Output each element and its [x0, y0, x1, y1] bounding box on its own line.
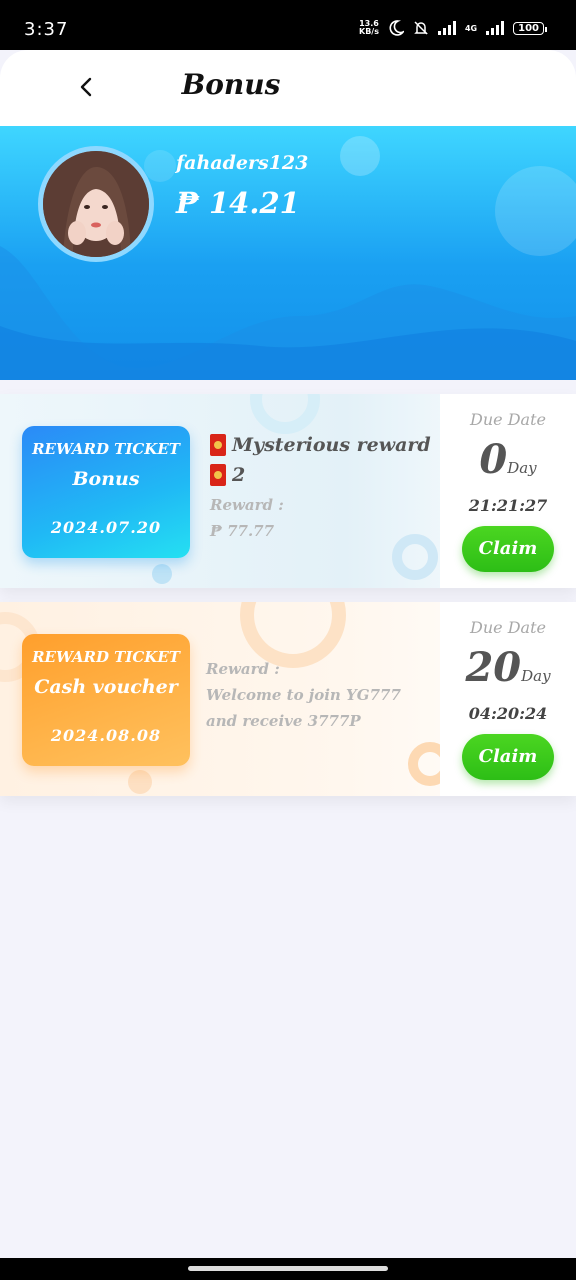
app-header: Bonus [0, 50, 576, 126]
due-countdown: 04:20:24 [468, 704, 548, 723]
due-days-unit: Day [521, 667, 551, 685]
signal-icon-2 [486, 21, 505, 35]
ticket-badge: REWARD TICKET Cash voucher 2024.08.08 [22, 634, 190, 766]
battery-level: 100 [518, 22, 539, 34]
battery-icon: 100 [513, 21, 547, 35]
moon-icon [389, 20, 404, 36]
bell-muted-icon [414, 21, 428, 35]
badge-date: 2024.07.20 [50, 518, 162, 537]
status-bar: 3:37 13.6 KB/s 4G 100 [0, 0, 576, 50]
mysterious-reward-row: Mysterious reward [210, 434, 431, 456]
signal-icon [437, 21, 456, 35]
balance: ₱ 14.21 [176, 186, 300, 220]
due-days-number: 0 [479, 436, 508, 483]
due-date-label: Due Date [470, 410, 546, 429]
reward-description-line2: and receive 3777P [206, 712, 361, 730]
due-days-unit: Day [507, 459, 537, 477]
badge-date: 2024.08.08 [50, 726, 162, 745]
ticket-details: Mysterious reward 2 Reward : ₱ 77.77 [210, 434, 431, 540]
network-type: 4G [464, 23, 478, 33]
badge-heading: REWARD TICKET [32, 440, 180, 458]
ring-decoration [240, 602, 346, 668]
avatar[interactable] [38, 146, 154, 262]
home-gesture-bar[interactable] [188, 1266, 388, 1271]
red-envelope-icon [210, 464, 226, 486]
claim-button[interactable]: Claim [462, 734, 554, 780]
net-speed-unit: KB/s [359, 27, 379, 36]
net-speed: 13.6 KB/s [359, 20, 379, 36]
reward-description-line1: Welcome to join YG777 [206, 686, 401, 704]
badge-type: Cash voucher [34, 676, 178, 698]
ring-decoration [392, 534, 438, 580]
badge-type: Bonus [72, 468, 140, 490]
ticket-details: Reward : Welcome to join YG777 and recei… [206, 660, 401, 730]
dot-decoration [128, 770, 152, 794]
ring-decoration [250, 394, 320, 434]
reward-value: ₱ 77.77 [210, 522, 275, 540]
due-countdown: 21:21:27 [468, 496, 548, 515]
home-indicator [0, 1258, 576, 1280]
ticket-card-cash-voucher: REWARD TICKET Cash voucher 2024.08.08 Re… [0, 602, 576, 796]
due-days-row: 0Day [440, 436, 576, 483]
mysterious-reward-text: Mysterious reward [232, 434, 431, 456]
page-title: Bonus [181, 68, 281, 101]
reward-count-row: 2 [210, 464, 431, 486]
reward-label: Reward : [206, 660, 280, 678]
claim-button[interactable]: Claim [462, 526, 554, 572]
badge-heading: REWARD TICKET [32, 648, 180, 666]
due-panel: Due Date 0Day 21:21:27 Claim [440, 394, 576, 588]
ticket-badge: REWARD TICKET Bonus 2024.07.20 [22, 426, 190, 558]
due-days-row: 20Day [440, 644, 576, 691]
red-envelope-icon [210, 434, 226, 456]
username: fahaders123 [176, 152, 309, 174]
ticket-card-bonus: REWARD TICKET Bonus 2024.07.20 Mysteriou… [0, 394, 576, 588]
due-days-number: 20 [465, 644, 522, 691]
due-panel: Due Date 20Day 04:20:24 Claim [440, 602, 576, 796]
due-date-label: Due Date [470, 618, 546, 637]
avatar-portrait-image [43, 151, 149, 257]
dot-decoration [152, 564, 172, 584]
status-time: 3:37 [24, 19, 69, 40]
profile-banner: fahaders123 ₱ 14.21 [0, 126, 576, 380]
status-icons: 13.6 KB/s 4G 100 [359, 20, 547, 36]
reward-count-text: 2 [232, 464, 246, 486]
reward-label: Reward : [210, 496, 284, 514]
